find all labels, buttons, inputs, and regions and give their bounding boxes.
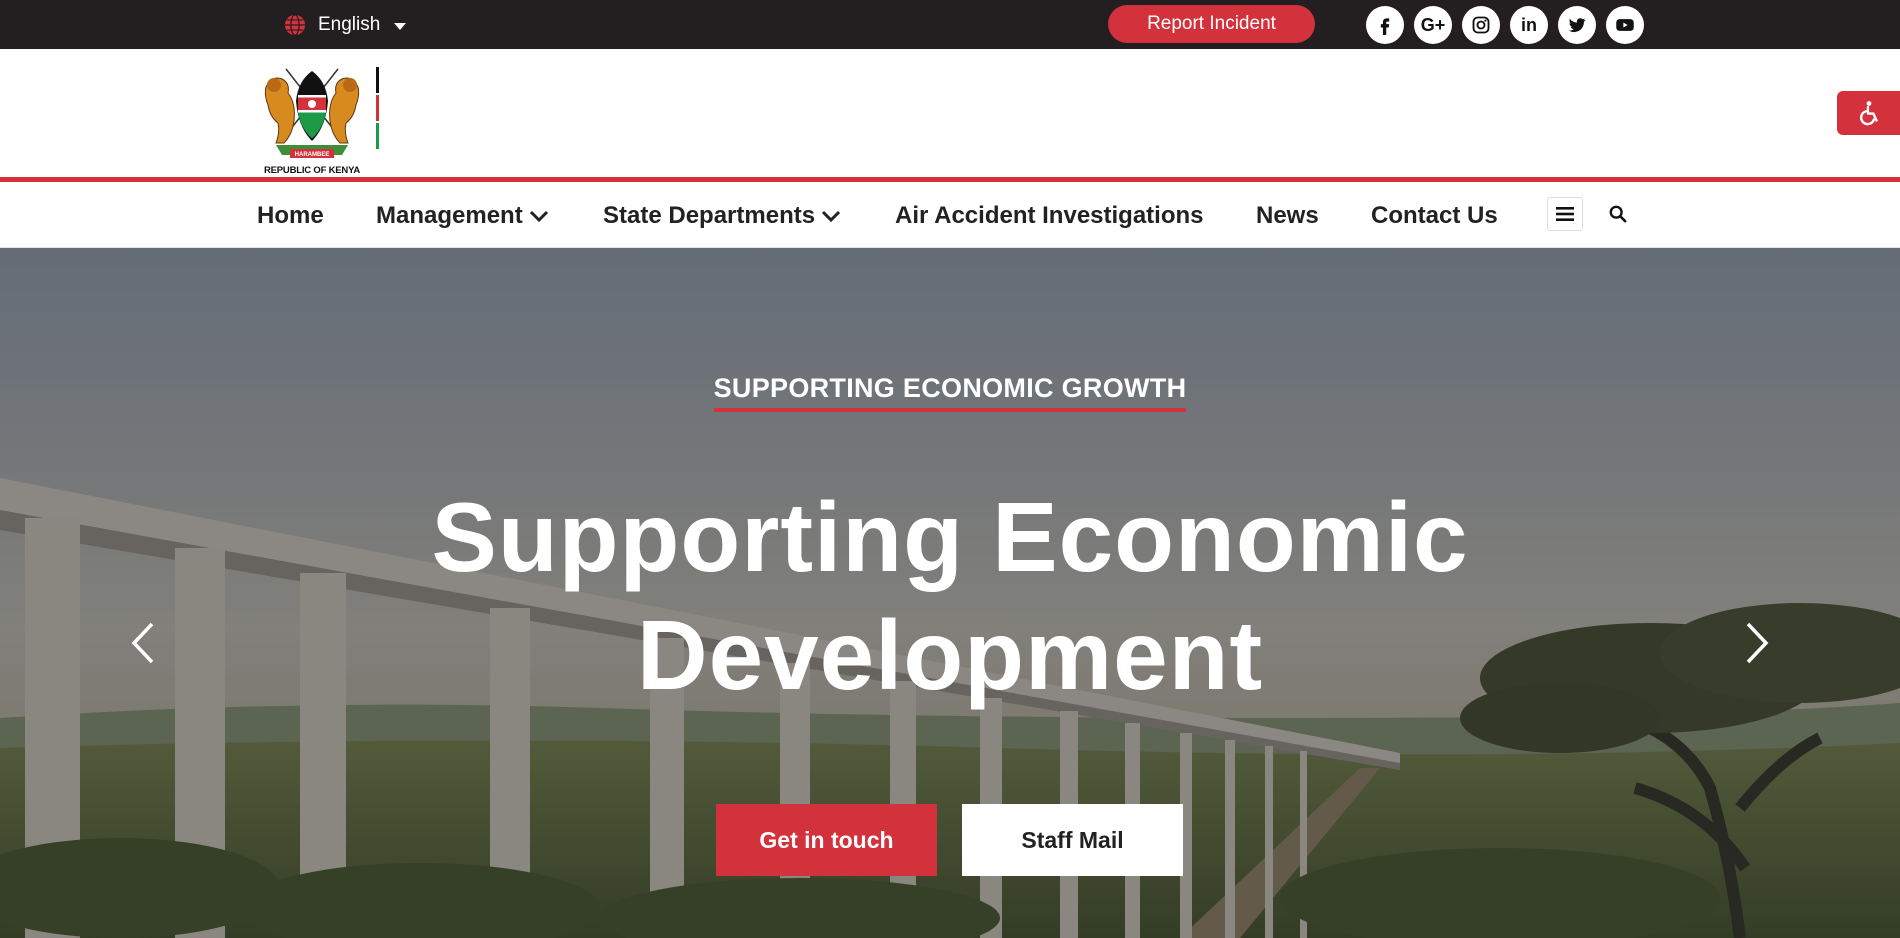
main-navigation: Home Management State Departments Air Ac… [0, 182, 1900, 248]
nav-label: News [1256, 202, 1319, 229]
accessibility-button[interactable] [1837, 91, 1900, 135]
site-header: HARAMBEE REPUBLIC OF KENYA [0, 49, 1900, 177]
hero-headline: Supporting Economic Development [0, 478, 1900, 714]
globe-icon [284, 14, 306, 36]
nav-label: Home [257, 202, 324, 229]
nav-item-home[interactable]: Home [257, 202, 324, 230]
caret-down-icon [394, 23, 407, 30]
nav-item-management[interactable]: Management [376, 202, 549, 230]
hero-slider: SUPPORTING ECONOMIC GROWTH Supporting Ec… [0, 248, 1900, 938]
hero-headline-line1: Supporting Economic [431, 482, 1469, 592]
facebook-icon [1380, 18, 1390, 35]
chevron-down-icon [529, 210, 548, 223]
hamburger-icon [1556, 207, 1574, 221]
logo-caption: REPUBLIC OF KENYA [263, 165, 360, 176]
chevron-left-icon[interactable] [128, 620, 158, 666]
search-icon [1609, 205, 1627, 223]
linkedin-icon: in [1521, 14, 1537, 35]
linkedin-link[interactable]: in [1510, 6, 1548, 44]
menu-toggle-button[interactable] [1547, 197, 1583, 231]
twitter-link[interactable] [1558, 6, 1596, 44]
nav-item-contact-us[interactable]: Contact Us [1371, 202, 1498, 230]
youtube-link[interactable] [1606, 6, 1644, 44]
facebook-link[interactable] [1366, 6, 1404, 44]
nav-label: Management [376, 202, 523, 229]
nav-item-state-departments[interactable]: State Departments [603, 202, 841, 230]
nav-item-air-accident-investigations[interactable]: Air Accident Investigations [895, 202, 1204, 230]
google-plus-icon: G+ [1420, 14, 1446, 35]
social-links: G+ in [1366, 6, 1654, 44]
coat-of-arms-icon: HARAMBEE [264, 67, 379, 158]
hero-eyebrow-text: SUPPORTING ECONOMIC GROWTH [713, 373, 1187, 412]
youtube-icon [1616, 19, 1634, 31]
hero-eyebrow: SUPPORTING ECONOMIC GROWTH [0, 373, 1900, 412]
twitter-icon [1568, 18, 1586, 33]
get-in-touch-button[interactable]: Get in touch [716, 804, 937, 876]
instagram-icon [1472, 16, 1490, 34]
chevron-right-icon[interactable] [1742, 620, 1772, 666]
top-bar: English Report Incident G+ in [0, 0, 1900, 49]
kenya-coat-of-arms-logo[interactable]: HARAMBEE REPUBLIC OF KENYA [256, 57, 382, 176]
instagram-link[interactable] [1462, 6, 1500, 44]
nav-label: Contact Us [1371, 202, 1498, 229]
language-selector[interactable]: English [284, 12, 407, 38]
nav-item-news[interactable]: News [1256, 202, 1319, 230]
google-plus-link[interactable]: G+ [1414, 6, 1452, 44]
language-label: English [318, 14, 381, 35]
search-button[interactable] [1605, 201, 1631, 227]
hero-headline-line2: Development [636, 600, 1264, 710]
chevron-down-icon [822, 210, 841, 223]
staff-mail-button[interactable]: Staff Mail [962, 804, 1183, 876]
report-incident-button[interactable]: Report Incident [1108, 5, 1315, 43]
nav-label: State Departments [603, 202, 816, 229]
wheelchair-icon [1859, 101, 1878, 126]
nav-label: Air Accident Investigations [895, 202, 1204, 229]
logo-motto: HARAMBEE [295, 152, 330, 158]
